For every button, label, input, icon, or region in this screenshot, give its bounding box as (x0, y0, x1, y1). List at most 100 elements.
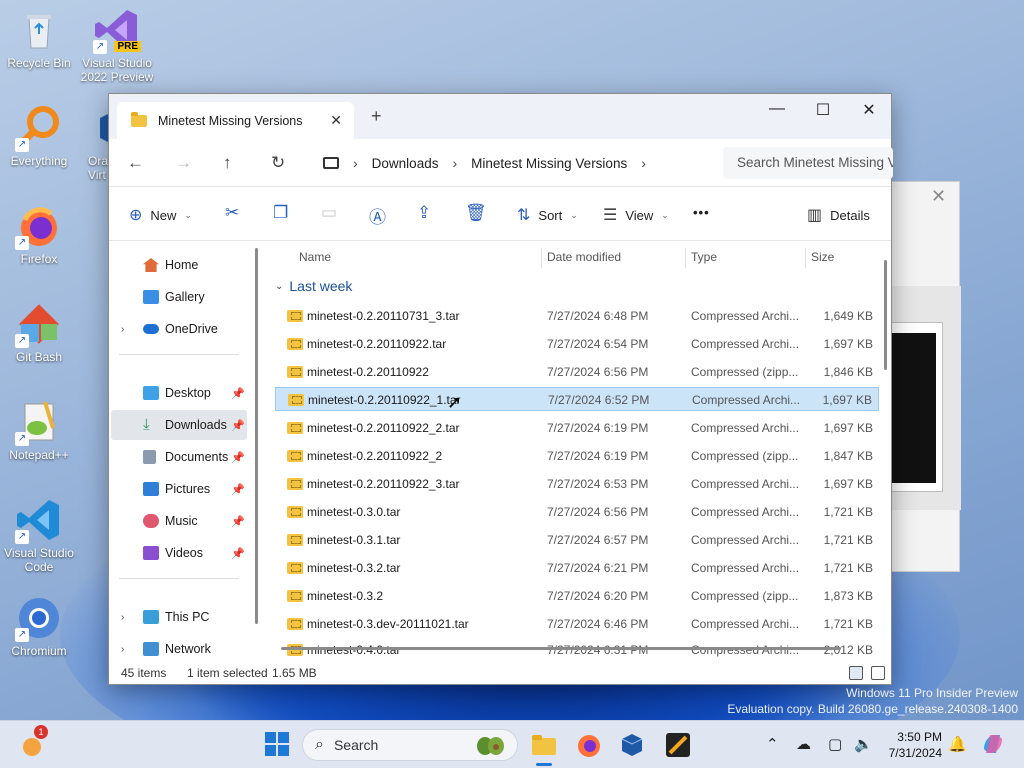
sort-button[interactable]: ⇅ Sort ⌄ (517, 205, 578, 225)
sidebar-item-music[interactable]: Music 📌 (111, 506, 247, 536)
taskbar-search[interactable]: ⌕ Search (302, 729, 518, 761)
desktop-icon-vscode[interactable]: ↗ Visual Studio Code (0, 496, 78, 574)
chevron-right-icon[interactable]: › (121, 612, 124, 623)
details-view-icon[interactable] (849, 666, 863, 680)
volume-icon[interactable]: 🔈 (854, 735, 873, 753)
close-icon[interactable]: ✕ (931, 186, 946, 207)
view-button[interactable]: ☰ View ⌄ (603, 205, 669, 225)
back-arrow-icon[interactable]: ← (127, 153, 144, 173)
search-input[interactable]: Search Minetest Missing Versions (723, 147, 893, 179)
column-header-name[interactable]: Name (299, 250, 331, 264)
display-icon[interactable]: ▢ (828, 735, 842, 753)
file-row[interactable]: minetest-0.3.2 7/27/2024 6:20 PM Compres… (275, 584, 879, 608)
file-row[interactable]: minetest-0.2.20110731_3.tar 7/27/2024 6:… (275, 304, 879, 328)
copilot-icon[interactable] (980, 731, 1008, 759)
column-divider[interactable] (541, 248, 542, 268)
desktop-icon-everything[interactable]: ↗ Everything (0, 104, 78, 168)
share-icon[interactable]: ⇪ (417, 203, 431, 223)
pin-icon[interactable]: 📌 (231, 387, 245, 400)
chevron-right-icon[interactable]: › (353, 155, 358, 171)
chevron-right-icon[interactable]: › (121, 644, 124, 655)
pin-icon[interactable]: 📌 (231, 547, 245, 560)
group-header[interactable]: ⌄ Last week (275, 278, 352, 294)
minimize-icon[interactable]: — (757, 100, 797, 118)
nav-scrollbar[interactable] (255, 248, 258, 624)
firefox-taskbar-icon[interactable] (575, 731, 603, 759)
file-row[interactable]: minetest-0.2.20110922.tar 7/27/2024 6:54… (275, 332, 879, 356)
refresh-icon[interactable]: ↻ (271, 153, 285, 173)
column-header-date[interactable]: Date modified (547, 250, 621, 264)
sidebar-item-desktop[interactable]: Desktop 📌 (111, 378, 247, 408)
desktop-icon-firefox[interactable]: ↗ Firefox (0, 202, 78, 266)
virtualbox-taskbar-icon[interactable] (618, 731, 646, 759)
sidebar-item-home[interactable]: Home (111, 250, 247, 280)
widgets-weather-icon[interactable]: 1 (20, 725, 48, 759)
desktop-icon-git-bash[interactable]: ↗ Git Bash (0, 300, 78, 364)
details-pane-button[interactable]: ▥ Details (807, 205, 870, 225)
breadcrumb-current-folder[interactable]: Minetest Missing Versions (471, 156, 627, 171)
file-row[interactable]: minetest-0.3.dev-20111021.tar 7/27/2024 … (275, 612, 879, 636)
pin-icon[interactable]: 📌 (231, 419, 245, 432)
desktop-icon-recycle-bin[interactable]: Recycle Bin (0, 6, 78, 70)
pin-icon[interactable]: 📌 (231, 451, 245, 464)
file-row[interactable]: minetest-0.3.2.tar 7/27/2024 6:21 PM Com… (275, 556, 879, 580)
file-row[interactable]: minetest-0.2.20110922 7/27/2024 6:56 PM … (275, 360, 879, 384)
file-row[interactable]: minetest-0.2.20110922_2 7/27/2024 6:19 P… (275, 444, 879, 468)
tab-minetest-missing-versions[interactable]: Minetest Missing Versions ✕ (117, 102, 354, 139)
address-bar[interactable]: › Downloads › Minetest Missing Versions … (313, 147, 713, 179)
forward-arrow-icon[interactable]: → (175, 153, 192, 173)
bell-icon[interactable]: 🔔 (948, 735, 967, 753)
system-clock[interactable]: 3:50 PM 7/31/2024 (880, 729, 942, 761)
desktop-icon-visual-studio-preview[interactable]: PRE ↗ Visual Studio 2022 Preview (78, 6, 156, 84)
column-header-size[interactable]: Size (811, 250, 834, 264)
chevron-right-icon[interactable]: › (641, 155, 646, 171)
zip-folder-icon (287, 562, 303, 574)
sidebar-item-onedrive[interactable]: › OneDrive (111, 314, 247, 344)
sidebar-item-this-pc[interactable]: › This PC (111, 602, 247, 632)
close-tab-icon[interactable]: ✕ (330, 112, 342, 129)
chevron-up-icon[interactable]: ⌃ (766, 735, 779, 753)
breadcrumb-downloads[interactable]: Downloads (372, 156, 439, 171)
clock-date: 7/31/2024 (888, 746, 942, 760)
shortcut-arrow-icon: ↗ (15, 530, 29, 544)
start-button-icon[interactable] (264, 731, 292, 759)
file-row[interactable]: minetest-0.3.1.tar 7/27/2024 6:57 PM Com… (275, 528, 879, 552)
cut-icon[interactable]: ✂ (225, 203, 239, 223)
zip-folder-icon (287, 506, 303, 518)
copy-icon[interactable]: ❐ (273, 203, 288, 223)
app-taskbar-icon[interactable] (664, 731, 692, 759)
up-arrow-icon[interactable]: ↑ (223, 153, 232, 173)
horizontal-scrollbar[interactable] (281, 647, 841, 650)
pin-icon[interactable]: 📌 (231, 515, 245, 528)
chevron-right-icon[interactable]: › (452, 155, 457, 171)
tiles-view-icon[interactable] (871, 666, 885, 680)
desktop-icon-virtualbox[interactable]: Ora Virt (78, 104, 108, 182)
file-row[interactable]: minetest-0.2.20110922_3.tar 7/27/2024 6:… (275, 472, 879, 496)
column-header-type[interactable]: Type (691, 250, 717, 264)
pin-icon[interactable]: 📌 (231, 483, 245, 496)
sidebar-item-pictures[interactable]: Pictures 📌 (111, 474, 247, 504)
sidebar-item-downloads[interactable]: ⤓ Downloads 📌 (111, 410, 247, 440)
new-tab-icon[interactable]: + (371, 106, 382, 127)
sidebar-item-documents[interactable]: Documents 📌 (111, 442, 247, 472)
sidebar-item-gallery[interactable]: Gallery (111, 282, 247, 312)
paste-icon[interactable]: ▭ (321, 203, 337, 223)
rename-icon[interactable]: Ⓐ (369, 203, 386, 228)
more-options-button[interactable]: ••• (693, 205, 710, 220)
vertical-scrollbar[interactable] (884, 260, 887, 370)
desktop-icon-chromium[interactable]: ↗ Chromium (0, 594, 78, 658)
maximize-icon[interactable]: ☐ (803, 100, 843, 120)
column-divider[interactable] (685, 248, 686, 268)
file-explorer-taskbar-icon[interactable] (530, 731, 558, 766)
file-row[interactable]: minetest-0.3.0.tar 7/27/2024 6:56 PM Com… (275, 500, 879, 524)
file-row-selected[interactable]: minetest-0.2.20110922_1.tar 7/27/2024 6:… (275, 387, 879, 411)
desktop-icon-notepad-plus-plus[interactable]: ↗ Notepad++ (0, 398, 78, 462)
chevron-right-icon[interactable]: › (121, 324, 124, 335)
column-divider[interactable] (805, 248, 806, 268)
sidebar-item-videos[interactable]: Videos 📌 (111, 538, 247, 568)
new-button[interactable]: ⊕ New ⌄ (129, 205, 192, 225)
close-window-icon[interactable]: ✕ (849, 100, 889, 120)
file-row[interactable]: minetest-0.2.20110922_2.tar 7/27/2024 6:… (275, 416, 879, 440)
delete-icon[interactable]: 🗑 (465, 203, 487, 223)
network-offline-icon[interactable]: ☁ (796, 735, 811, 753)
